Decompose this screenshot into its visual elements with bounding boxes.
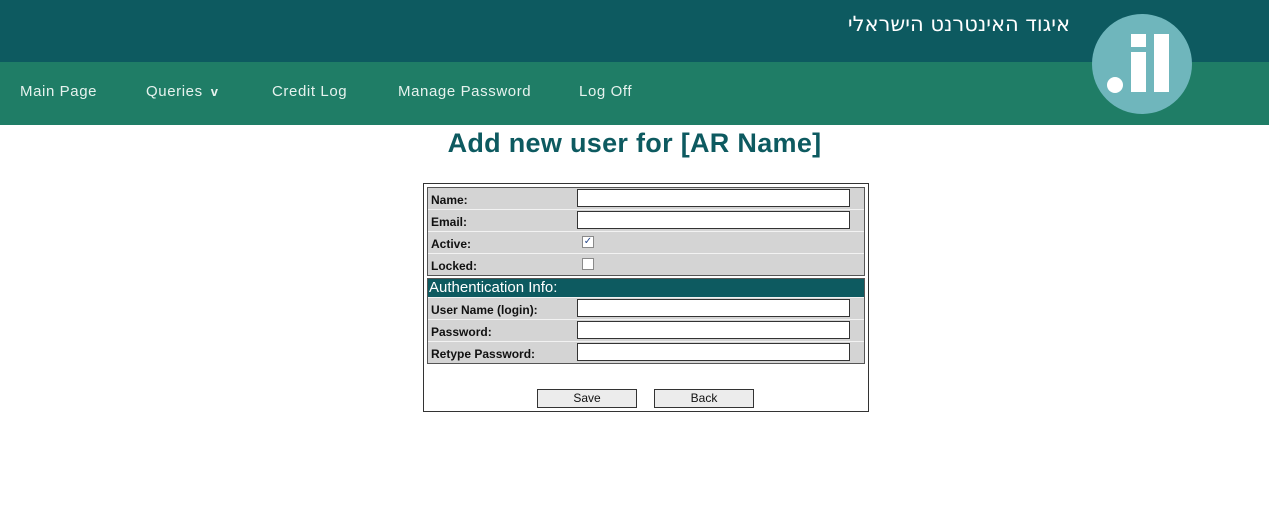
nav-main-page[interactable]: Main Page (20, 83, 97, 100)
username-row: User Name (login): (428, 298, 864, 320)
nav-credit-log[interactable]: Credit Log (272, 83, 347, 100)
active-label: Active: (431, 237, 472, 251)
org-name: איגוד האינטרנט הישראלי (847, 12, 1070, 36)
nav-log-off[interactable]: Log Off (579, 83, 632, 100)
user-details-section: Name: Email: Active: ✓ Locked: (427, 187, 865, 276)
nav-bar: Main Page Queries v Credit Log Manage Pas… (0, 62, 1269, 125)
nav-queries[interactable]: Queries v (146, 83, 219, 100)
password-label: Password: (431, 325, 492, 339)
retype-password-label: Retype Password: (431, 347, 536, 361)
email-label: Email: (431, 215, 468, 229)
page-title: Add new user for [AR Name] (447, 128, 822, 158)
il-logo-icon (1107, 34, 1169, 93)
nav-manage-password[interactable]: Manage Password (398, 83, 531, 100)
locked-checkbox[interactable] (582, 258, 594, 270)
add-user-form: Name: Email: Active: ✓ Locked: Authentic… (423, 183, 869, 412)
name-row: Name: (428, 188, 864, 210)
save-button[interactable]: Save (537, 389, 637, 408)
auth-section: Authentication Info: User Name (login): … (427, 278, 865, 364)
retype-password-input[interactable] (577, 343, 850, 361)
name-input[interactable] (577, 189, 850, 207)
retype-password-row: Retype Password: (428, 342, 864, 363)
username-input[interactable] (577, 299, 850, 317)
email-input[interactable] (577, 211, 850, 229)
email-row: Email: (428, 210, 864, 232)
active-checkbox[interactable]: ✓ (582, 236, 594, 248)
username-label: User Name (login): (431, 303, 538, 317)
nav-queries-label: Queries (146, 83, 203, 100)
password-input[interactable] (577, 321, 850, 339)
chevron-down-icon: v (210, 84, 219, 99)
locked-row: Locked: (428, 254, 864, 275)
back-button[interactable]: Back (654, 389, 754, 408)
il-logo[interactable] (1092, 14, 1192, 114)
locked-label: Locked: (431, 259, 478, 273)
password-row: Password: (428, 320, 864, 342)
active-row: Active: ✓ (428, 232, 864, 254)
auth-section-header: Authentication Info: (428, 279, 864, 298)
top-bar: איגוד האינטרנט הישראלי (0, 0, 1269, 62)
name-label: Name: (431, 193, 468, 207)
